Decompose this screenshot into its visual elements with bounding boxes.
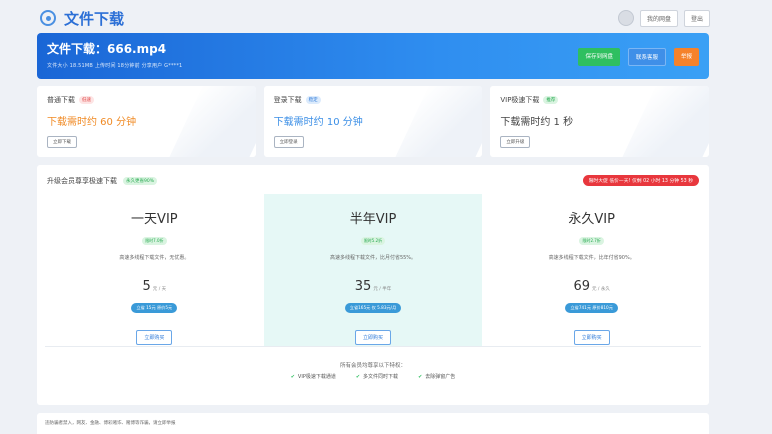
check-icon: ✔ <box>355 374 361 380</box>
perks-title: 所有会员均尊享以下特权： <box>339 363 406 369</box>
perk-item: ✔ 多文件同时下载 <box>356 373 398 380</box>
top-bar: 文件下载 我的网盘 登出 <box>40 6 710 30</box>
vip-plans: 一天VIP 限时7.0折 高速多线程下载文件，无优惠。 5元 / 天 立省 15… <box>45 194 701 346</box>
plan-price-value: 5 <box>142 279 151 294</box>
perk-label: 去除弹窗广告 <box>425 374 456 380</box>
avatar[interactable] <box>617 10 634 26</box>
option-time: 下载需时约 1 秒 <box>500 117 574 128</box>
option-title: VIP极速下载 <box>500 96 540 104</box>
login-download-card: 登录下载 稳定 下载需时约 10 分钟 立即登录 <box>263 86 483 157</box>
my-drive-button[interactable]: 我的网盘 <box>639 9 678 27</box>
perk-label: VIP极速下载通道 <box>297 374 336 380</box>
plan-savings-pill: 立省741元 原价810元 <box>565 303 618 313</box>
buy-lifetime-plan-button[interactable]: 立即购买 <box>573 330 610 345</box>
option-title: 登录下载 <box>273 96 302 104</box>
normal-download-button[interactable]: 立即下载 <box>47 136 77 148</box>
plan-discount-tag: 限时2.7折 <box>579 237 604 245</box>
plan-description: 高速多线程下载文件，比月付省55%。 <box>329 255 417 261</box>
vip-section: 升级会员尊享极速下载 永久更省90% 限时大促 低价一天! 仅剩 02 小时 1… <box>37 165 709 405</box>
vip-section-tag: 永久更省90% <box>123 176 158 185</box>
file-banner: 文件下载：666.mp4 文件大小 18.51MB 上传时间 18分钟前 分享用… <box>37 33 709 79</box>
plan-price-unit: 元 / 天 <box>152 287 167 292</box>
plan-savings-pill: 立省165元 仅 5.83元/月 <box>344 303 402 313</box>
vip-section-title: 升级会员尊享极速下载 <box>47 176 117 185</box>
plan-name: 一天VIP <box>131 212 178 227</box>
option-time: 下载需时约 10 分钟 <box>273 117 363 128</box>
option-title: 普通下载 <box>47 96 75 104</box>
perk-item: ✔ VIP极速下载通道 <box>291 373 336 380</box>
perk-label: 多文件同时下载 <box>363 374 399 380</box>
plan-price: 35 元 / 半年 <box>264 275 483 294</box>
option-tag: 稳定 <box>305 96 321 104</box>
plan-card-half-year: 半年VIP 限时5.2折 高速多线程下载文件，比月付省55%。 35 元 / 半年… <box>263 194 483 346</box>
promo-countdown-badge: 限时大促 低价一天! 仅剩 02 小时 13 分钟 53 秒 <box>582 175 699 186</box>
plan-name: 永久VIP <box>568 212 615 227</box>
vip-download-card: VIP极速下载 推荐 下载需时约 1 秒 立即升级 <box>490 86 710 157</box>
plan-price-unit: 元 / 半年 <box>373 287 392 292</box>
plan-description: 高速多线程下载文件，比年付省90%。 <box>548 255 635 261</box>
plan-card-day: 一天VIP 限时7.0折 高速多线程下载文件，无优惠。 5元 / 天 立省 15… <box>45 194 264 346</box>
banner-actions: 保存到网盘 联系客服 举报 <box>578 48 699 66</box>
plan-card-lifetime: 永久VIP 限时2.7折 高速多线程下载文件，比年付省90%。 69 元 / 永久… <box>482 194 701 346</box>
divider <box>45 346 701 347</box>
buy-half-year-plan-button[interactable]: 立即购买 <box>355 330 391 345</box>
perk-item: ✔ 去除弹窗广告 <box>418 373 455 380</box>
plan-price-value: 35 <box>354 279 372 294</box>
perks-list: ✔ VIP极速下载通道 ✔ 多文件同时下载 ✔ 去除弹窗广告 <box>37 373 709 380</box>
option-tag: 低速 <box>79 96 94 104</box>
option-time: 下载需时约 60 分钟 <box>47 117 137 128</box>
plan-price-value: 69 <box>573 279 590 294</box>
plan-price: 69 元 / 永久 <box>482 275 701 294</box>
contact-support-button[interactable]: 联系客服 <box>627 48 666 66</box>
top-bar-actions: 我的网盘 登出 <box>617 9 710 27</box>
check-icon: ✔ <box>290 374 295 380</box>
buy-day-plan-button[interactable]: 立即购买 <box>136 330 173 345</box>
report-button[interactable]: 举报 <box>673 48 699 66</box>
plan-price: 5元 / 天 <box>45 275 264 294</box>
page-title: 文件下载 <box>64 9 125 28</box>
check-icon: ✔ <box>418 374 423 380</box>
upgrade-button[interactable]: 立即升级 <box>500 136 531 148</box>
plan-name: 半年VIP <box>349 212 397 227</box>
footer-notice: 违防骗者禁入，网友、金融、博彩赌诈、赌博等诈骗，请立即举报 <box>37 413 709 434</box>
plan-discount-tag: 限时7.0折 <box>142 237 167 245</box>
logout-button[interactable]: 登出 <box>683 9 710 27</box>
normal-download-card: 普通下载 低速 下载需时约 60 分钟 立即下载 <box>37 86 256 157</box>
save-to-drive-button[interactable]: 保存到网盘 <box>578 48 620 66</box>
login-button[interactable]: 立即登录 <box>273 136 304 148</box>
logo-icon <box>40 10 56 26</box>
plan-savings-pill: 立省 15元 原价5元 <box>131 303 178 313</box>
vip-perks: 所有会员均尊享以下特权： ✔ VIP极速下载通道 ✔ 多文件同时下载 ✔ 去除弹窗广告 <box>37 361 709 380</box>
plan-price-unit: 元 / 永久 <box>592 287 610 292</box>
plan-description: 高速多线程下载文件，无优惠。 <box>119 255 190 261</box>
plan-discount-tag: 限时5.2折 <box>360 237 386 245</box>
download-options: 普通下载 低速 下载需时约 60 分钟 立即下载 登录下载 稳定 下载需时约 10 … <box>37 86 710 157</box>
option-tag: 推荐 <box>543 96 559 104</box>
